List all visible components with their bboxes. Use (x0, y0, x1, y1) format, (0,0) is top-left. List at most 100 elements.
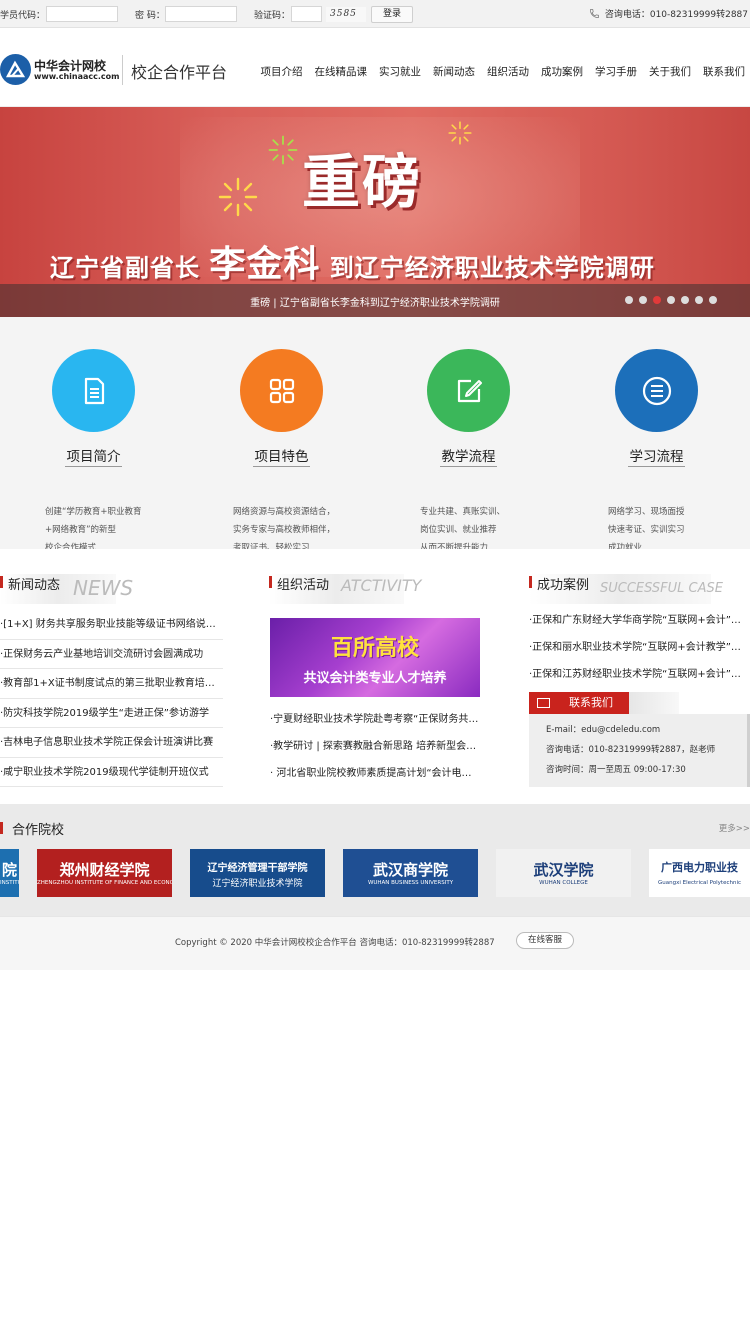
activities-title: 组织活动 (277, 578, 330, 593)
partners-section: 合作院校 更多>> 院 INSTITUTE 郑州财经学院 ZHENGZHOU I… (0, 804, 750, 916)
nav-item-activities[interactable]: 组织活动 (487, 64, 529, 79)
captcha-input[interactable] (291, 6, 322, 22)
activity-image[interactable]: 百所高校 共议会计类专业人才培养 (270, 618, 480, 697)
partner-logo[interactable]: 广西电力职业技 Guangxi Electrical Polytechnic (649, 849, 750, 897)
slide-dot[interactable] (653, 296, 661, 304)
hotline: 咨询电话：010-82319999转2887 (589, 7, 748, 20)
feature-circle[interactable] (427, 349, 510, 432)
contact-hours: 咨询时间：周一至周五 09:00-17:30 (546, 765, 686, 775)
mail-icon (537, 698, 550, 708)
feature-divider (628, 466, 685, 467)
phone-icon (589, 9, 599, 18)
feature-title: 项目简介 (66, 449, 121, 465)
feature-desc-line: 岗位实训、就业推荐 (420, 525, 497, 535)
feature-desc-line: 实务专家与高校教师相伴， (233, 525, 336, 535)
partner-logo[interactable]: 辽宁经济管理干部学院 辽宁经济职业技术学院 (190, 849, 325, 897)
feature-title: 学习流程 (629, 449, 684, 465)
cases-title: 成功案例 (537, 578, 590, 593)
logo-icon[interactable] (0, 54, 31, 85)
online-service-button[interactable]: 在线客服 (516, 932, 574, 949)
partner-logo-en: 辽宁经济职业技术学院 (212, 879, 303, 889)
news-item[interactable]: ·防灾科技学院2019级学生“走进正保”参访游学 (0, 699, 223, 728)
partner-logo[interactable]: 院 INSTITUTE (0, 849, 19, 897)
activity-list: ·宁夏财经职业技术学院赴粤考察“正保财务共享服务中心” ·教学研讨 | 探索赛教… (270, 706, 480, 787)
partner-logo-name: 广西电力职业技 (661, 861, 738, 874)
grid-icon (269, 378, 294, 403)
student-code-label: 学员代码： (0, 11, 46, 21)
password-input[interactable] (165, 6, 237, 22)
activity-image-subtitle: 共议会计类专业人才培养 (303, 671, 447, 686)
activity-image-title: 百所高校 (330, 636, 419, 661)
feature-desc-line: 网络学习、现场面授 (608, 507, 685, 517)
banner-subtitle-post: 到辽宁经济职业技术学院调研 (329, 254, 655, 282)
student-code-input[interactable] (46, 6, 118, 22)
banner-subtitle-pre: 辽宁省副省长 (50, 254, 200, 282)
nav-item-contact[interactable]: 联系我们 (703, 64, 745, 79)
news-title-en: NEWS (73, 576, 134, 600)
hero-banner[interactable]: 重磅 辽宁省副省长 李金科 到辽宁经济职业技术学院调研 重磅 | 辽宁省副省长李… (0, 107, 750, 317)
partner-logo-en: WUHAN BUSINESS UNIVERSITY (367, 880, 454, 886)
feature-desc-line: 创建“学历教育+职业教育 (45, 507, 142, 517)
banner-headline: 重磅 (302, 148, 423, 216)
feature-desc-line: 网络资源与高校资源结合， (233, 507, 336, 517)
feature-circle[interactable] (615, 349, 698, 432)
partner-logo[interactable]: 武汉学院 WUHAN COLLEGE (496, 849, 631, 897)
nav-item-about[interactable]: 关于我们 (649, 64, 691, 79)
news-item[interactable]: ·[1+X] 财务共享服务职业技能等级证书网络说明会 (0, 610, 223, 640)
nav-item-cases[interactable]: 成功案例 (541, 64, 583, 79)
feature-divider (440, 466, 497, 467)
feature-circle[interactable] (240, 349, 323, 432)
partner-logo-en: INSTITUTE (0, 880, 19, 886)
main-nav: 项目介绍 在线精品课 实习就业 新闻动态 组织活动 成功案例 学习手册 关于我们… (261, 64, 746, 79)
login-button[interactable]: 登录 (371, 6, 413, 23)
more-partners-link[interactable]: 更多>> (719, 822, 750, 834)
contact-us-label: 联系我们 (569, 696, 613, 709)
feature-desc-line: 专业共建、真账实训、 (420, 507, 506, 517)
case-item[interactable]: ·正保和广东财经大学华商学院“互联网+会计”合作 (529, 607, 744, 634)
news-item[interactable]: ·教育部1+X证书制度试点的第三批职业教育培训评价组织 (0, 669, 223, 699)
feature-desc-line: +网络教育”的新型 (45, 525, 117, 535)
partner-logo[interactable]: 郑州财经学院 ZHENGZHOU INSTITUTE OF FINANCE AN… (37, 849, 172, 897)
nav-item-courses[interactable]: 在线精品课 (315, 64, 368, 79)
feature-circle[interactable] (52, 349, 135, 432)
activity-item[interactable]: ·教学研讨 | 探索赛教融合新思路 培养新型会计人才 (270, 733, 480, 760)
header: 中华会计网校 www.chinaacc.com 校企合作平台 项目介绍 在线精品… (0, 28, 750, 107)
cases-heading: 成功案例 SUCCESSFUL CASE (529, 574, 723, 604)
case-item[interactable]: ·正保和江苏财经职业技术学院“互联网+会计”合作 (529, 661, 744, 688)
captcha-image[interactable]: 3585 (326, 7, 366, 22)
case-item[interactable]: ·正保和丽水职业技术学院“互联网+会计教学”合作 (529, 634, 744, 661)
activity-item[interactable]: · 河北省职业院校教师素质提高计划“会计电算化”培训 (270, 760, 480, 787)
captcha-label: 验证码： (254, 11, 291, 21)
slide-dot[interactable] (695, 296, 703, 304)
slide-dot[interactable] (709, 296, 717, 304)
partner-logo-name: 辽宁经济管理干部学院 (207, 863, 308, 874)
partner-logo-name: 院 (1, 861, 17, 879)
cases-title-en: SUCCESSFUL CASE (600, 581, 723, 596)
heading-marker (529, 576, 532, 588)
feature-title: 项目特色 (254, 449, 309, 465)
firework-decoration (218, 177, 258, 217)
news-item[interactable]: ·正保财务云产业基地培训交流研讨会圆满成功 (0, 640, 223, 669)
feature-divider (253, 466, 310, 467)
nav-item-intro[interactable]: 项目介绍 (261, 64, 303, 79)
slide-dot[interactable] (639, 296, 647, 304)
nav-item-internship[interactable]: 实习就业 (379, 64, 421, 79)
news-list: ·[1+X] 财务共享服务职业技能等级证书网络说明会 ·正保财务云产业基地培训交… (0, 610, 223, 787)
footer-copyright: Copyright © 2020 中华会计网校校企合作平台 咨询电话：010-8… (175, 938, 495, 948)
contact-phone: 咨询电话：010-82319999转2887，赵老师 (546, 745, 716, 755)
nav-item-news[interactable]: 新闻动态 (433, 64, 475, 79)
activities-heading: 组织活动 ATCTIVITY (269, 574, 421, 604)
list-icon (642, 376, 671, 405)
slide-dot[interactable] (667, 296, 675, 304)
slide-dot[interactable] (681, 296, 689, 304)
news-item[interactable]: ·吉林电子信息职业技术学院正保会计班演讲比赛 (0, 728, 223, 758)
contact-us-button[interactable]: 联系我们 (529, 692, 629, 714)
hotline-text: 咨询电话：010-82319999转2887 (604, 10, 748, 20)
partner-logo[interactable]: 武汉商学院 WUHAN BUSINESS UNIVERSITY (343, 849, 478, 897)
slide-dot[interactable] (625, 296, 633, 304)
activity-item[interactable]: ·宁夏财经职业技术学院赴粤考察“正保财务共享服务中心” (270, 706, 480, 733)
news-item[interactable]: ·咸宁职业技术学院2019级现代学徒制开班仪式 (0, 758, 223, 787)
nav-item-handbook[interactable]: 学习手册 (595, 64, 637, 79)
partner-logo-en: WUHAN COLLEGE (539, 880, 588, 886)
slide-pagination (625, 296, 717, 304)
